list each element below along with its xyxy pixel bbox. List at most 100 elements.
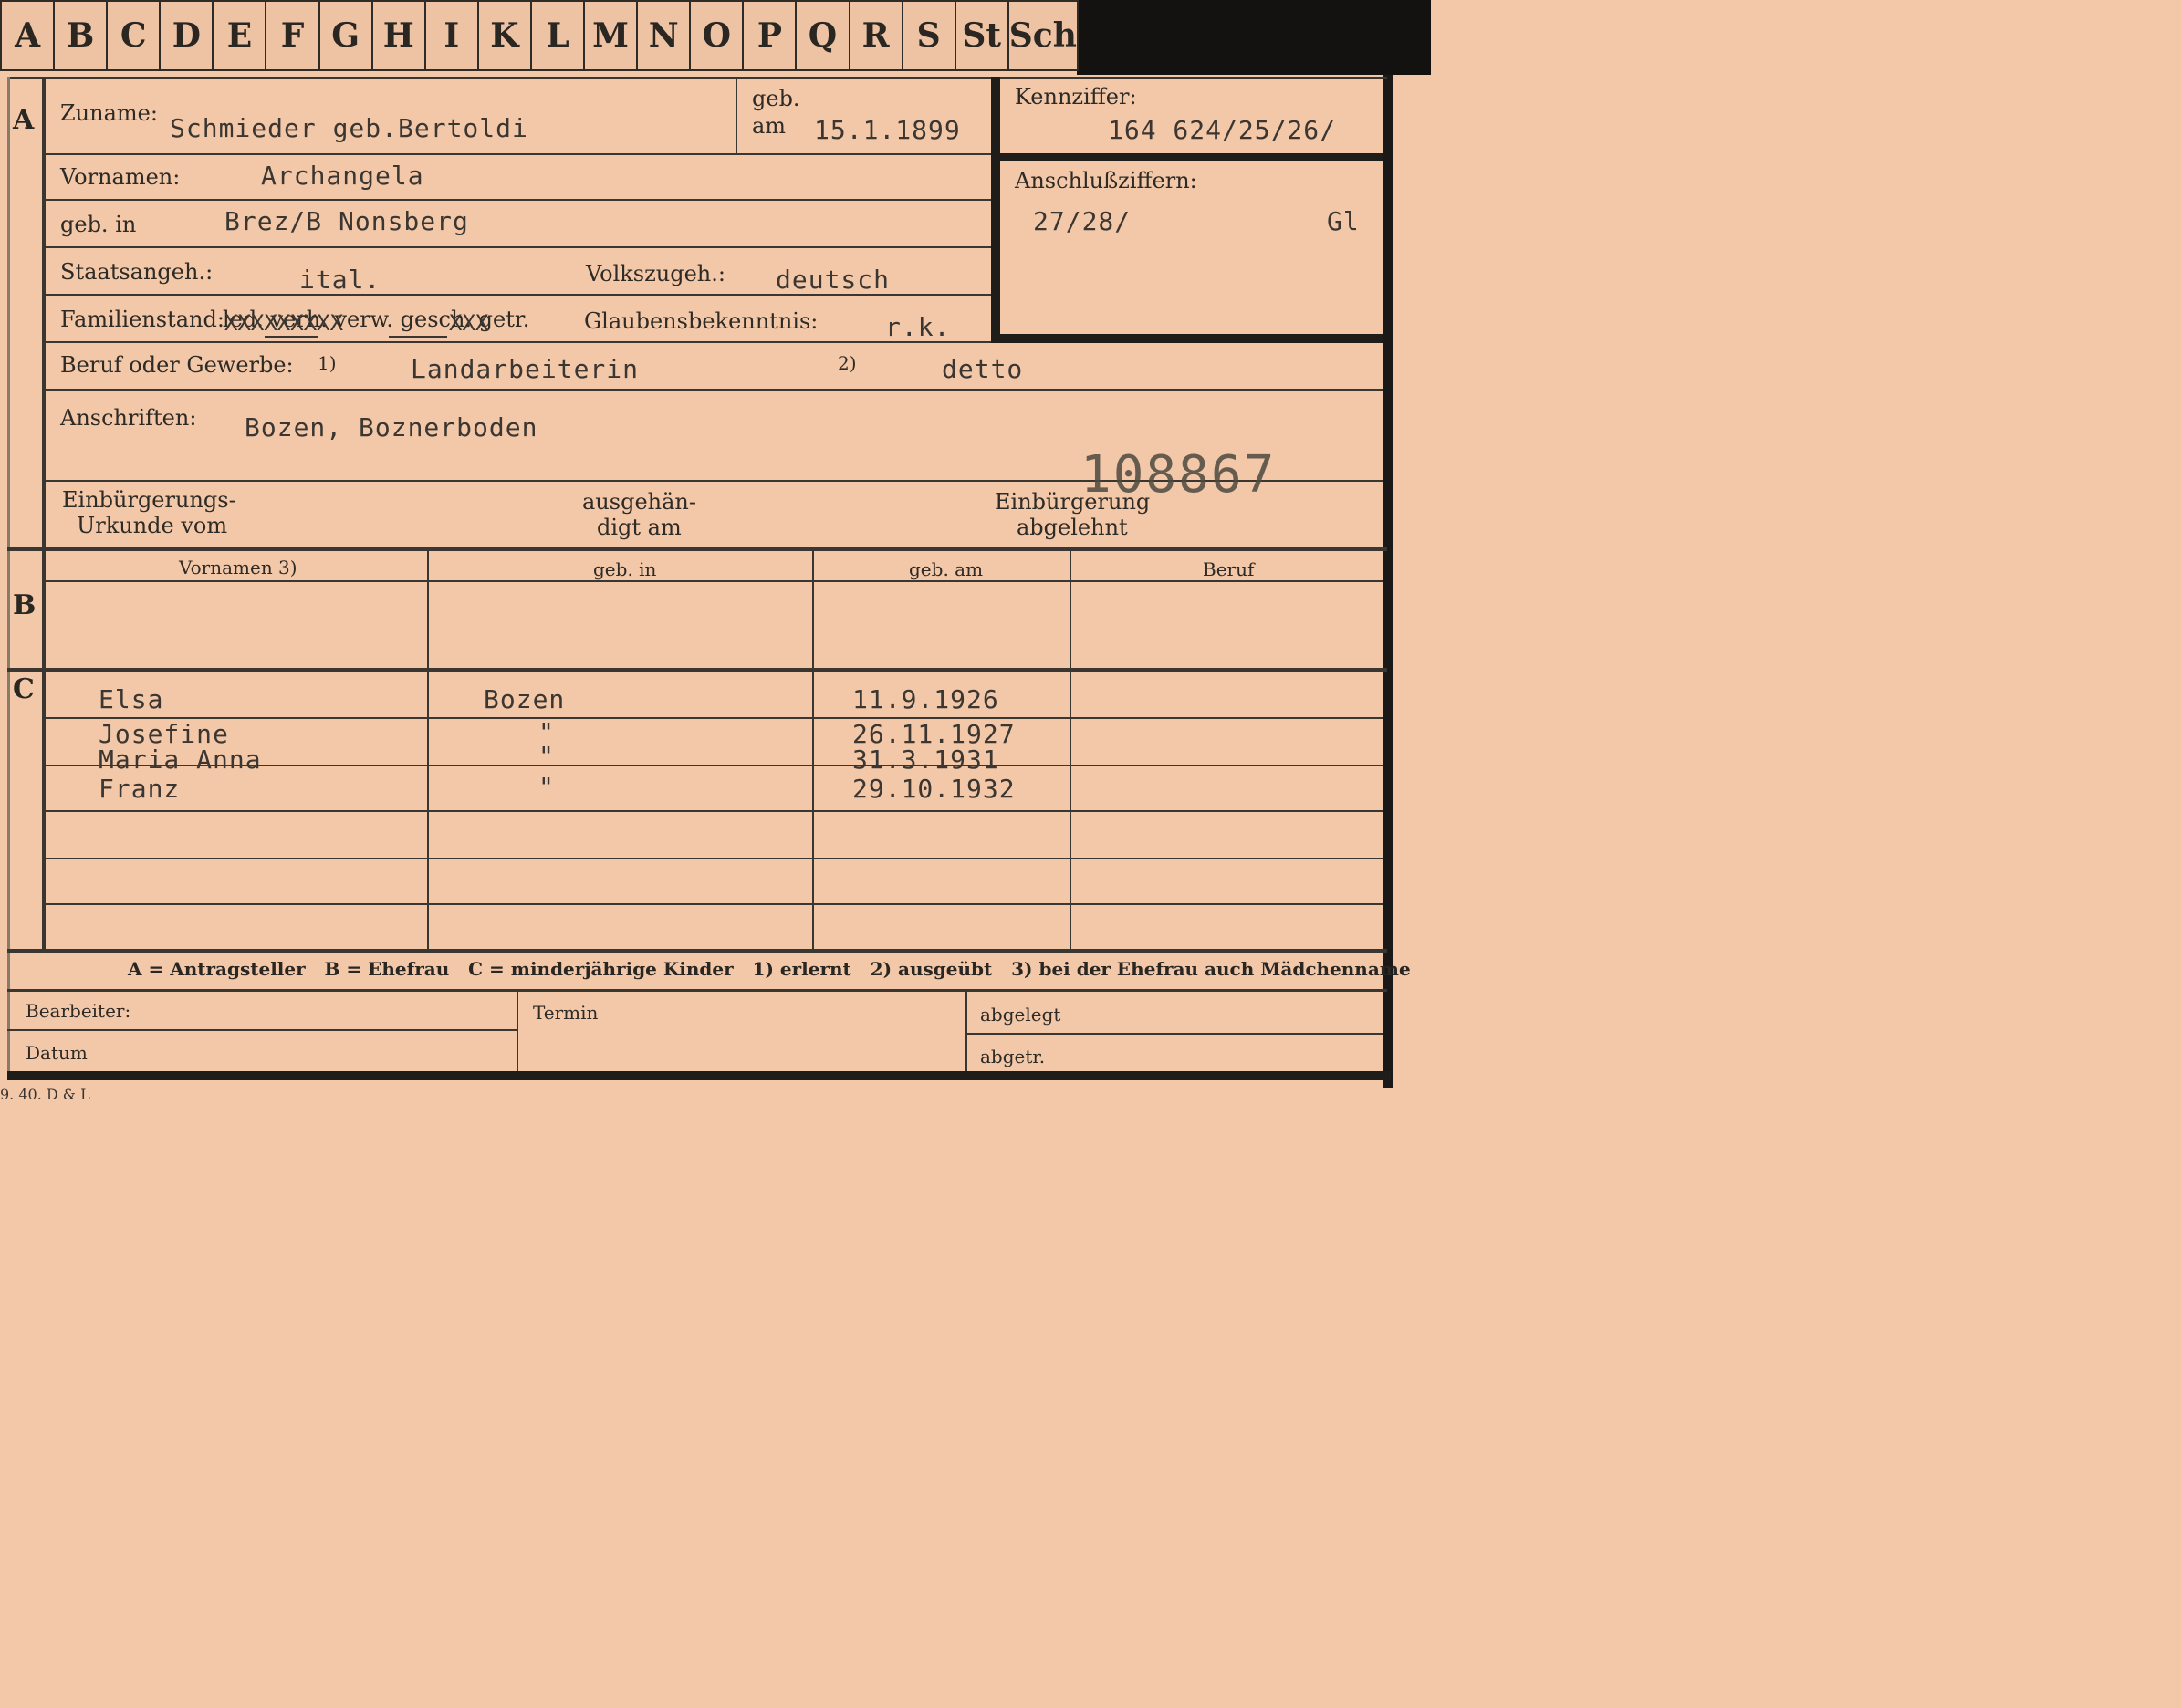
anschluss-code-value: Gl [1327, 206, 1360, 236]
table-header-beruf: Beruf [1203, 558, 1255, 580]
table-row-line [46, 717, 1383, 719]
geb-am-label-1: geb. [752, 86, 800, 111]
familienstand-label: Familienstand: [60, 307, 224, 332]
kennziffer-value: 164 624/25/26/ [1108, 115, 1337, 145]
index-tab[interactable]: K [476, 0, 532, 71]
child-birthdate: 31.3.1931 [852, 745, 999, 775]
zuname-label: Zuname: [60, 100, 158, 126]
index-tab[interactable]: E [212, 0, 267, 71]
row-line [46, 199, 991, 201]
index-tab[interactable]: G [318, 0, 373, 71]
einbuergerung-label-1: Einbürgerungs- [62, 487, 236, 513]
index-tab[interactable]: R [848, 0, 903, 71]
printmark: 9. 40. D & L [0, 1086, 90, 1103]
top-background-band [1077, 0, 1431, 75]
child-birthplace: Bozen [484, 684, 566, 714]
index-tab[interactable]: N [636, 0, 692, 71]
table-header-vornamen: Vornamen 3) [179, 557, 297, 578]
index-tab[interactable]: I [423, 0, 479, 71]
index-tab[interactable]: St [954, 0, 1009, 71]
alphabet-index-tabs: A B C D E F G H I K L M N O P Q R S St S… [0, 0, 1079, 73]
index-tab[interactable]: P [742, 0, 798, 71]
table-col-line [427, 551, 429, 949]
row-line [46, 153, 991, 155]
volkszugeh-label: Volkszugeh.: [586, 261, 725, 286]
birthplace-value: Brez/B Nonsberg [224, 206, 469, 236]
table-header-geb-am: geb. am [909, 558, 984, 580]
table-col-line [1070, 551, 1071, 949]
anschlussziffern-label: Anschlußziffern: [1015, 168, 1197, 193]
index-tab[interactable]: C [106, 0, 162, 71]
volkszugeh-value: deutsch [776, 265, 891, 295]
vornamen-value: Archangela [261, 161, 424, 191]
table-row-line [46, 858, 1383, 859]
index-tab[interactable]: F [265, 0, 320, 71]
anschlussziffern-value: 27/28/ [1033, 206, 1132, 236]
card-bottom-line [7, 1071, 1391, 1080]
gesch-underline [389, 336, 447, 338]
beruf-footnote-1: 1) [318, 352, 337, 374]
index-tab[interactable]: S [901, 0, 956, 71]
kennziffer-box-left [991, 77, 1000, 343]
table-row-line [46, 810, 1383, 812]
index-tab[interactable]: O [689, 0, 745, 71]
index-tab[interactable]: H [370, 0, 426, 71]
abgelehnt-label-1: Einbürgerung [995, 489, 1151, 515]
child-name: Maria Anna [99, 745, 262, 775]
beruf-label: Beruf oder Gewerbe: [60, 352, 294, 378]
birth-date-value: 15.1.1899 [814, 115, 961, 145]
section-b-label: B [13, 589, 37, 621]
section-divider [7, 547, 1387, 551]
frame-line [7, 77, 1387, 79]
beruf-ausgeuebt-value: detto [942, 354, 1024, 384]
card-right-edge [1383, 75, 1393, 1088]
index-tab[interactable]: Sch [1007, 0, 1079, 71]
table-row-line [46, 903, 1383, 905]
abgelegt-label: abgelegt [980, 1004, 1061, 1026]
child-birthplace: " [538, 772, 555, 802]
geb-am-label-2: am [752, 113, 787, 139]
verh-underline [265, 336, 318, 338]
table-col-line [812, 551, 814, 949]
footer-row-line [967, 1033, 1383, 1035]
kennziffer-box-divider [1000, 153, 1383, 161]
index-tab[interactable]: D [159, 0, 214, 71]
index-tab[interactable]: M [583, 0, 639, 71]
child-name: Franz [99, 774, 181, 804]
section-b-c-divider [7, 668, 1387, 672]
staatsangeh-value: ital. [299, 265, 381, 295]
anschriften-label: Anschriften: [60, 405, 197, 431]
child-birthplace: " [538, 741, 555, 771]
ausgehaendigt-label-1: ausgehän- [582, 489, 696, 515]
ausgehaendigt-label-2: digt am [597, 515, 682, 540]
anschriften-value: Bozen, Boznerboden [245, 412, 538, 443]
beruf-footnote-2: 2) [838, 352, 857, 374]
datum-label: Datum [26, 1042, 88, 1064]
row-line [46, 389, 1383, 391]
einbuergerung-label-2: Urkunde vom [77, 513, 228, 538]
section-a-label: A [13, 104, 35, 136]
staatsangeh-label: Staatsangeh.: [60, 259, 214, 285]
legend-text: A = Antragsteller B = Ehefrau C = minder… [128, 958, 1411, 980]
table-header-line [46, 580, 1383, 582]
index-tab[interactable]: L [529, 0, 586, 71]
footer-col-line [965, 991, 967, 1071]
beruf-erlernt-value: Landarbeiterin [411, 354, 640, 384]
footer-row-line [7, 1029, 518, 1031]
table-bottom-line [7, 949, 1387, 953]
vornamen-label: Vornamen: [60, 164, 181, 190]
row-line [46, 246, 991, 248]
abgelehnt-label-2: abgelehnt [1017, 515, 1128, 540]
frame-line [7, 77, 10, 1080]
bearbeiter-label: Bearbeiter: [26, 1000, 131, 1022]
table-header-geb-in: geb. in [593, 558, 657, 580]
index-tab[interactable]: Q [795, 0, 850, 71]
frame-line [42, 77, 46, 949]
familienstand-strikeout: XXXXXXXXX [224, 310, 344, 336]
child-birthdate: 11.9.1926 [852, 684, 999, 714]
familienstand-strikeout-2: XXX [449, 310, 489, 336]
index-tab[interactable]: B [53, 0, 109, 71]
index-tab[interactable]: A [0, 0, 56, 71]
termin-label: Termin [533, 1002, 599, 1024]
child-name: Elsa [99, 684, 164, 714]
